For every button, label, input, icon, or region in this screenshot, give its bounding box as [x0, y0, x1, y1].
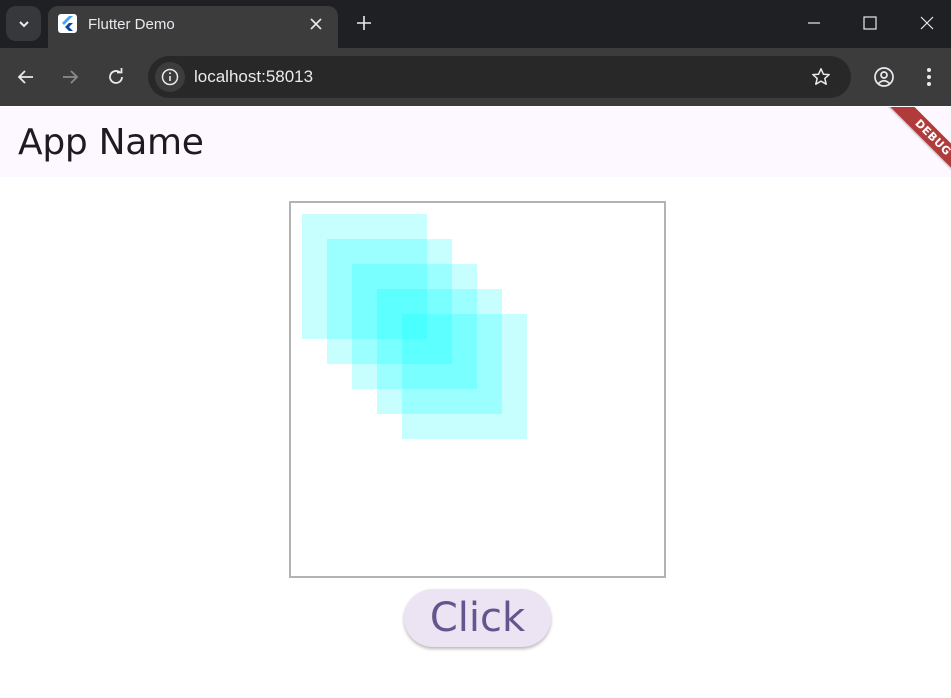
- info-icon: [161, 68, 179, 86]
- tab-search-button[interactable]: [6, 6, 41, 41]
- browser-tab[interactable]: Flutter Demo: [48, 6, 338, 48]
- bookmark-button[interactable]: [806, 62, 836, 92]
- close-icon: [310, 18, 322, 30]
- more-vertical-icon: [927, 68, 931, 86]
- maximize-icon: [863, 16, 877, 30]
- browser-toolbar: localhost:58013: [0, 48, 951, 106]
- window-close-button[interactable]: [899, 0, 951, 46]
- account-icon: [874, 67, 894, 87]
- reload-icon: [109, 68, 123, 84]
- browser-tab-strip: Flutter Demo: [0, 0, 951, 48]
- chevron-down-icon: [18, 20, 29, 27]
- debug-banner: DEBUG: [870, 107, 951, 188]
- forward-button[interactable]: [54, 61, 86, 93]
- click-button[interactable]: Click: [404, 589, 551, 647]
- star-icon: [812, 68, 830, 85]
- profile-button[interactable]: [868, 61, 900, 93]
- app-title: App Name: [18, 122, 204, 163]
- address-bar[interactable]: localhost:58013: [148, 56, 851, 98]
- site-info-button[interactable]: [155, 62, 185, 92]
- tab-close-button[interactable]: [306, 14, 326, 34]
- maximize-button[interactable]: [842, 0, 898, 46]
- click-button-label: Click: [429, 595, 526, 641]
- new-tab-button[interactable]: [350, 9, 378, 37]
- tab-title: Flutter Demo: [88, 16, 175, 33]
- app-bar: App Name: [0, 107, 951, 177]
- debug-label: DEBUG: [912, 116, 951, 159]
- debug-ribbon: DEBUG: [888, 107, 951, 183]
- arrow-left-icon: [17, 70, 33, 84]
- close-icon: [920, 16, 934, 30]
- arrow-right-icon: [63, 70, 79, 84]
- browser-menu-button[interactable]: [913, 61, 945, 93]
- reload-button[interactable]: [100, 61, 132, 93]
- drawing-canvas: [289, 201, 666, 578]
- url-text: localhost:58013: [194, 67, 314, 86]
- back-button[interactable]: [10, 61, 42, 93]
- plus-icon: [357, 16, 371, 30]
- cyan-square: [402, 314, 527, 439]
- minimize-button[interactable]: [786, 0, 842, 46]
- flutter-logo-icon: [58, 14, 77, 33]
- minimize-icon: [808, 22, 820, 24]
